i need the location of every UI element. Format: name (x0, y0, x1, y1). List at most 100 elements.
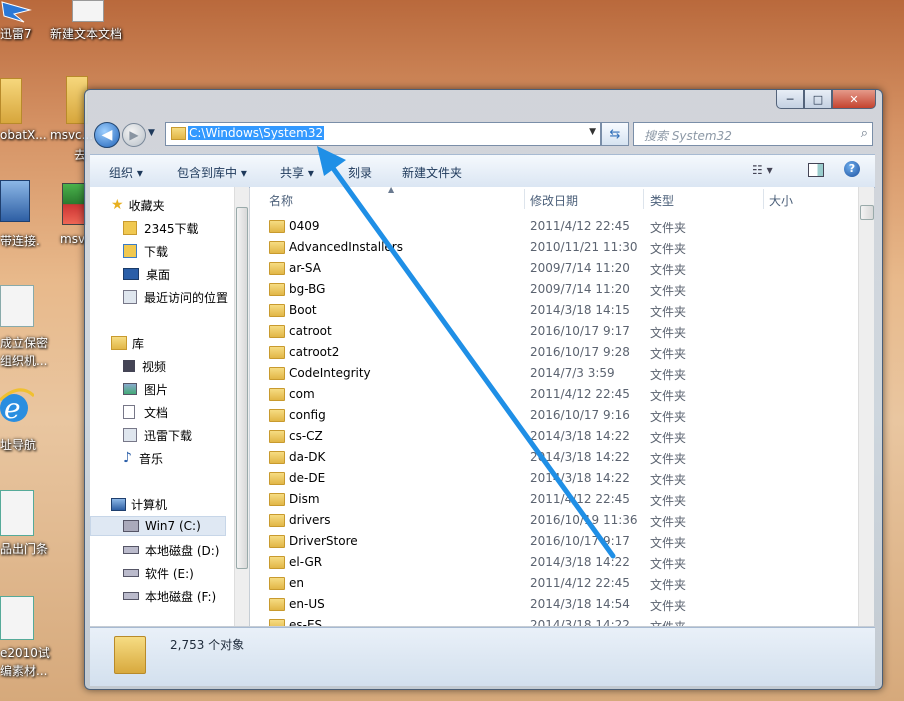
desktop-icon-label: 成立保密 (0, 336, 49, 350)
spreadsheet-icon (0, 596, 34, 640)
nav-fav-desktop[interactable]: 桌面 (123, 264, 170, 284)
nav-fav-recent[interactable]: 最近访问的位置 (123, 287, 228, 307)
table-row[interactable]: ar-SA 2009/7/14 11:20 文件夹 (250, 258, 850, 279)
refresh-icon: ⇆ (609, 126, 621, 142)
file-date: 2010/11/21 11:30 (530, 240, 638, 254)
nav-computer[interactable]: 计算机 (111, 494, 167, 514)
search-icon[interactable]: ⌕ (861, 126, 868, 141)
file-type: 文件夹 (650, 431, 687, 445)
nav-label: Win7 (C:) (145, 519, 201, 533)
nav-fav-2345[interactable]: 2345下载 (123, 218, 199, 238)
column-divider[interactable] (763, 189, 764, 209)
nav-scrollbar-thumb[interactable] (236, 207, 248, 569)
table-row[interactable]: en-US 2014/3/18 14:54 文件夹 (250, 594, 850, 615)
nav-label: 迅雷下载 (144, 428, 193, 443)
nav-drive-d[interactable]: 本地磁盘 (D:) (123, 540, 219, 560)
preview-pane-button[interactable] (808, 163, 824, 177)
desktop-icon-label: 带连接. (0, 234, 40, 248)
nav-lib-music[interactable]: ♪ 音乐 (123, 448, 163, 468)
file-type: 文件夹 (650, 618, 686, 626)
folder-icon (269, 367, 285, 380)
table-row[interactable]: catroot 2016/10/17 9:17 文件夹 (250, 321, 850, 342)
recent-pages-dropdown[interactable]: ▼ (148, 128, 155, 138)
table-row[interactable]: AdvancedInstallers 2010/11/21 11:30 文件夹 (250, 237, 850, 258)
view-options-button[interactable]: ☷ ▾ (752, 163, 773, 177)
table-row[interactable]: catroot2 2016/10/17 9:28 文件夹 (250, 342, 850, 363)
windows-drive-icon (123, 520, 139, 532)
table-row[interactable]: de-DE 2014/3/18 14:22 文件夹 (250, 468, 850, 489)
file-date: 2014/7/3 3:59 (530, 366, 615, 380)
burn-button[interactable]: 刻录 (348, 164, 372, 181)
table-row[interactable]: Dism 2011/4/12 22:45 文件夹 (250, 489, 850, 510)
back-button[interactable]: ◀ (94, 122, 120, 148)
help-button[interactable]: ? (844, 161, 860, 177)
nav-drive-e[interactable]: 软件 (E:) (123, 563, 194, 583)
nav-favorites[interactable]: ★ 收藏夹 (111, 195, 165, 215)
forward-button[interactable]: ▶ (122, 123, 146, 147)
file-name: CodeIntegrity (289, 366, 371, 380)
desktop-icon-label: 迅雷7 (0, 27, 32, 41)
explorer-window: ─ □ ✕ ◀ ▶ ▼ C:\Windows\System32 ▼ ⇆ 搜索 S… (84, 89, 883, 690)
file-list-scrollbar[interactable] (858, 187, 874, 626)
nav-drive-f[interactable]: 本地磁盘 (F:) (123, 586, 216, 606)
file-date: 2011/4/12 22:45 (530, 387, 630, 401)
documents-icon (123, 405, 135, 419)
file-name: de-DE (289, 471, 326, 485)
file-type: 文件夹 (650, 263, 687, 277)
file-date: 2014/3/18 14:22 (530, 555, 630, 569)
minimize-button[interactable]: ─ (776, 90, 804, 109)
column-name[interactable]: 名称 (269, 192, 293, 209)
folder-icon (269, 619, 285, 626)
new-folder-button[interactable]: 新建文件夹 (402, 164, 462, 181)
column-date[interactable]: 修改日期 (530, 192, 578, 209)
downloads-icon (123, 244, 137, 258)
table-row[interactable]: da-DK 2014/3/18 14:22 文件夹 (250, 447, 850, 468)
object-count: 2,753 个对象 (170, 638, 245, 652)
nav-fav-downloads[interactable]: 下载 (123, 241, 168, 261)
table-row[interactable]: 0409 2011/4/12 22:45 文件夹 (250, 216, 850, 237)
table-row[interactable]: CodeIntegrity 2014/7/3 3:59 文件夹 (250, 363, 850, 384)
file-type: 文件夹 (650, 578, 687, 592)
table-row[interactable]: es-ES 2014/3/18 14:22 文件夹 (250, 615, 850, 626)
table-row[interactable]: Boot 2014/3/18 14:15 文件夹 (250, 300, 850, 321)
close-button[interactable]: ✕ (832, 90, 876, 109)
nav-scrollbar[interactable] (234, 187, 249, 626)
file-list-scrollbar-thumb[interactable] (860, 205, 874, 220)
file-type: 文件夹 (650, 389, 687, 403)
nav-libraries[interactable]: 库 (111, 333, 144, 353)
address-bar[interactable]: C:\Windows\System32 ▼ (165, 122, 601, 146)
table-row[interactable]: el-GR 2014/3/18 14:22 文件夹 (250, 552, 850, 573)
table-row[interactable]: cs-CZ 2014/3/18 14:22 文件夹 (250, 426, 850, 447)
nav-drive-c[interactable]: Win7 (C:) (90, 516, 226, 536)
nav-label: 计算机 (131, 497, 168, 512)
table-row[interactable]: DriverStore 2016/10/17 9:17 文件夹 (250, 531, 850, 552)
column-size[interactable]: 大小 (769, 192, 793, 209)
address-text[interactable]: C:\Windows\System32 (188, 126, 325, 140)
nav-lib-documents[interactable]: 文档 (123, 402, 168, 422)
table-row[interactable]: en 2011/4/12 22:45 文件夹 (250, 573, 850, 594)
nav-lib-videos[interactable]: 视频 (123, 356, 166, 376)
file-list: 名称 ▲ 修改日期 类型 大小 0409 2011/4/12 22:45 文件夹 Ad… (250, 187, 874, 626)
nav-lib-pictures[interactable]: 图片 (123, 379, 168, 399)
file-type: 文件夹 (650, 536, 687, 550)
column-divider[interactable] (524, 189, 525, 209)
column-type[interactable]: 类型 (650, 192, 674, 209)
pictures-icon (123, 383, 137, 395)
organize-menu[interactable]: 组织 ▾ (109, 164, 143, 181)
table-row[interactable]: bg-BG 2009/7/14 11:20 文件夹 (250, 279, 850, 300)
chevron-down-icon: ▼ (148, 128, 155, 138)
maximize-button[interactable]: □ (804, 90, 832, 109)
include-library-menu[interactable]: 包含到库中 ▾ (177, 164, 247, 181)
table-row[interactable]: config 2016/10/17 9:16 文件夹 (250, 405, 850, 426)
nav-lib-xunlei[interactable]: 迅雷下载 (123, 425, 192, 445)
table-row[interactable]: drivers 2016/10/19 11:36 文件夹 (250, 510, 850, 531)
file-name: cs-CZ (289, 429, 323, 443)
search-box[interactable]: 搜索 System32 ⌕ (633, 122, 873, 146)
star-icon: ★ (111, 197, 124, 213)
address-dropdown[interactable]: ▼ (589, 127, 596, 137)
back-arrow-icon: ◀ (101, 127, 113, 143)
column-divider[interactable] (643, 189, 644, 209)
share-menu[interactable]: 共享 ▾ (280, 164, 314, 181)
table-row[interactable]: com 2011/4/12 22:45 文件夹 (250, 384, 850, 405)
refresh-button[interactable]: ⇆ (601, 122, 629, 146)
